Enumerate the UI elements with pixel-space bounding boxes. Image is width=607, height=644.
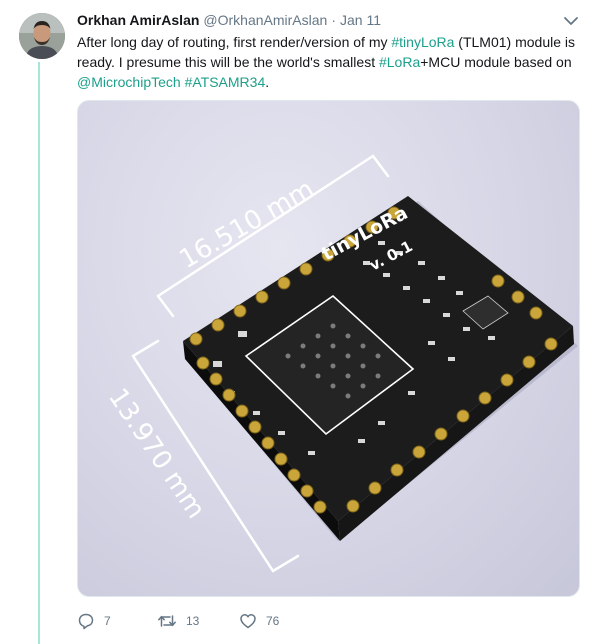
hashtag-atsamr34[interactable]: #ATSAMR34	[185, 74, 266, 90]
reply-count: 7	[104, 614, 111, 628]
retweet-count: 13	[186, 614, 200, 628]
tweet-media-image[interactable]: tinyLoRa v. 0.1 16.510 mm 13.970 mm	[77, 100, 580, 597]
text-span: After long day of routing, first render/…	[77, 34, 392, 50]
chevron-down-icon[interactable]	[563, 14, 579, 28]
retweet-button[interactable]: 13	[157, 612, 227, 630]
text-span: .	[265, 74, 270, 90]
tweet-text: After long day of routing, first render/…	[77, 32, 587, 92]
text-span: +MCU module based on	[420, 54, 572, 70]
text-span: ready. I presume this will be the world'…	[77, 54, 379, 70]
retweet-icon	[157, 612, 177, 630]
reply-icon	[77, 612, 95, 630]
tweet-timestamp[interactable]: Jan 11	[340, 12, 381, 28]
user-handle[interactable]: @OrkhanAmirAslan	[203, 12, 327, 28]
height-dimension-label: 13.970 mm	[102, 383, 211, 524]
display-name[interactable]: Orkhan AmirAslan	[77, 12, 199, 28]
tweet-text-line-3: @MicrochipTech #ATSAMR34.	[77, 72, 587, 92]
width-dimension-label: 16.510 mm	[175, 174, 320, 275]
like-button[interactable]: 76	[239, 612, 309, 630]
mention-microchiptech[interactable]: @MicrochipTech	[77, 74, 181, 90]
avatar[interactable]	[19, 13, 65, 59]
tweet-header: Orkhan AmirAslan @OrkhanAmirAslan · Jan …	[77, 12, 381, 30]
thread-line	[38, 62, 40, 644]
pcb-render: tinyLoRa v. 0.1 16.510 mm 13.970 mm	[102, 154, 578, 573]
hashtag-tinylora[interactable]: #tinyLoRa	[391, 34, 454, 50]
header-separator: ·	[331, 12, 336, 28]
reply-button[interactable]: 7	[77, 612, 137, 630]
heart-icon	[239, 612, 257, 630]
text-span: (TLM01) module is	[454, 34, 576, 50]
hashtag-lora[interactable]: #LoRa	[379, 54, 420, 70]
tweet-text-line-2: ready. I presume this will be the world'…	[77, 52, 587, 72]
avatar-image	[19, 13, 65, 59]
like-count: 76	[266, 614, 280, 628]
tweet-text-line-1: After long day of routing, first render/…	[77, 32, 587, 52]
